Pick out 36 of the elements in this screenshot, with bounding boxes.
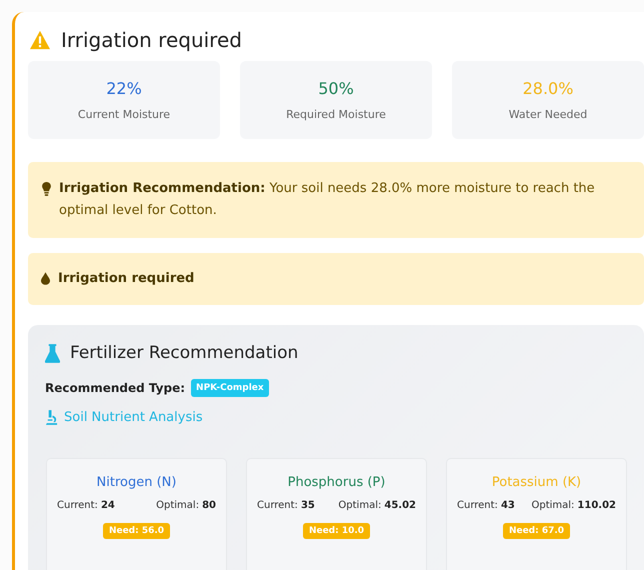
nutrient-name: Nitrogen (N) xyxy=(96,475,176,490)
current-value: 35 xyxy=(300,500,315,511)
optimal-value: 110.02 xyxy=(577,500,616,511)
optimal-label: Optimal: xyxy=(338,500,382,511)
flask-icon xyxy=(45,344,60,362)
warning-icon xyxy=(29,30,51,50)
current-label: Current: xyxy=(457,500,498,511)
optimal-label: Optimal: xyxy=(156,500,200,511)
optimal-value: 80 xyxy=(202,500,216,511)
water-drop-icon xyxy=(41,272,50,285)
current-value: 43 xyxy=(500,500,515,511)
stat-label: Water Needed xyxy=(508,108,588,121)
microscope-icon xyxy=(45,410,58,425)
current-value: 24 xyxy=(100,500,115,511)
stat-label: Current Moisture xyxy=(78,108,170,121)
lightbulb-icon xyxy=(42,182,51,196)
need-badge: Need: 10.0 xyxy=(302,523,370,539)
recommendation-text: Irrigation Recommendation: Your soil needs 28.0% more moisture to reach the optimal level for Cotton. xyxy=(59,180,596,220)
type-label: Recommended Type: xyxy=(45,381,186,395)
nutrient-name: Phosphorus (P) xyxy=(288,475,386,490)
section-title: Irrigation required xyxy=(61,28,242,52)
optimal-value: 45.02 xyxy=(384,500,416,511)
panel-heading: Fertilizer Recommendation xyxy=(70,343,298,363)
status-text: Irrigation required xyxy=(58,270,194,288)
optimal-label: Optimal: xyxy=(531,500,574,511)
current-label: Current: xyxy=(257,500,298,511)
nutrient-name: Potassium (K) xyxy=(492,475,582,490)
current-label: Current: xyxy=(57,500,98,511)
stat-value: 50% xyxy=(318,79,354,98)
need-badge: Need: 67.0 xyxy=(502,523,570,539)
stat-label: Required Moisture xyxy=(286,108,386,121)
need-badge: Need: 56.0 xyxy=(102,523,170,539)
stat-value: 22% xyxy=(106,79,142,98)
fertilizer-type-badge: NPK-Complex xyxy=(191,379,269,397)
soil-analysis-link[interactable]: Soil Nutrient Analysis xyxy=(64,410,203,425)
stat-value: 28.0% xyxy=(522,79,574,98)
